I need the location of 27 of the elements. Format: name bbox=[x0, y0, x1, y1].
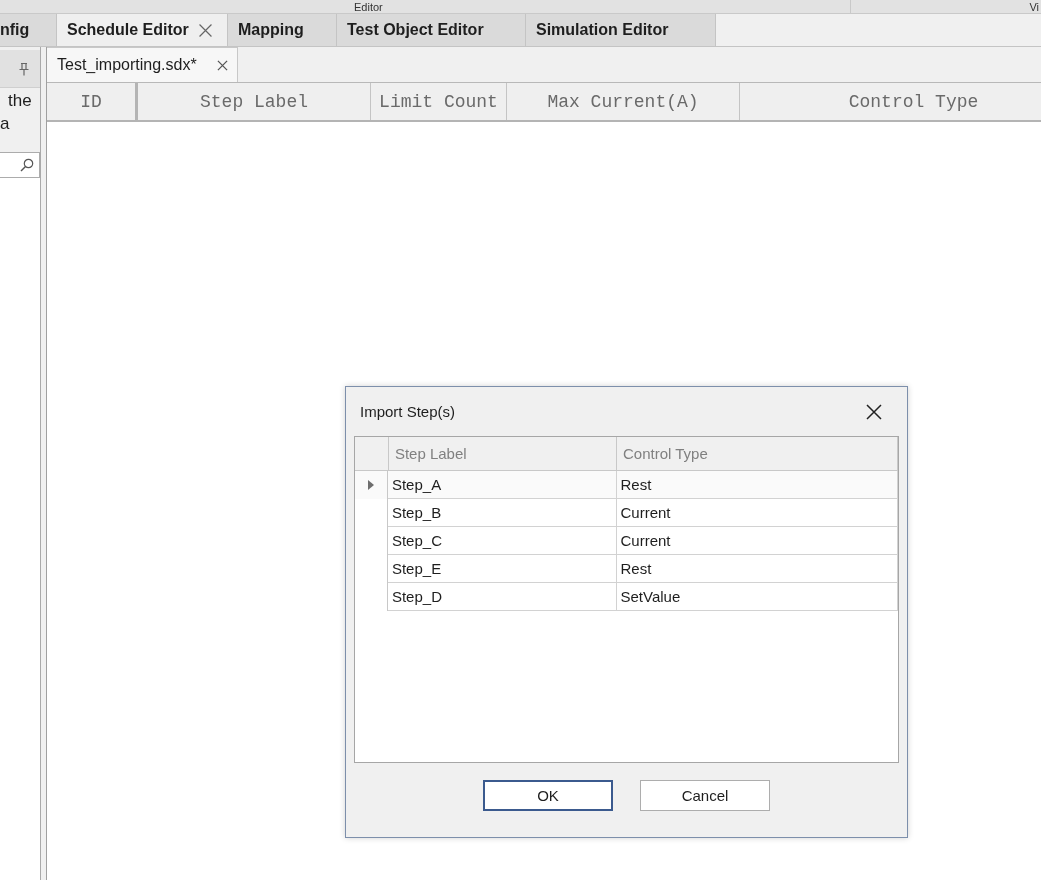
column-header[interactable]: Max Current(A) bbox=[507, 83, 740, 120]
column-header[interactable]: Limit Count bbox=[371, 83, 507, 120]
column-header[interactable]: Control Type bbox=[740, 83, 1041, 120]
column-header[interactable]: Step Label bbox=[138, 83, 371, 120]
tab[interactable]: Simulation Editor bbox=[526, 14, 716, 46]
tab[interactable]: Test Object Editor bbox=[337, 14, 526, 46]
dialog-button[interactable]: OK bbox=[483, 780, 613, 811]
tab[interactable]: Mapping bbox=[228, 14, 337, 46]
dialog-title: Import Step(s) bbox=[360, 403, 456, 420]
panel-title: Editor bbox=[354, 0, 383, 13]
column-header[interactable]: Step Label bbox=[388, 437, 618, 470]
table-cell: SetValue bbox=[616, 583, 898, 611]
dialog-button[interactable]: Cancel bbox=[640, 780, 770, 811]
panel-title: Vi bbox=[1029, 0, 1039, 13]
column-header[interactable]: Control Type bbox=[617, 437, 898, 470]
pin-icon[interactable] bbox=[18, 61, 30, 76]
close-icon[interactable] bbox=[866, 403, 882, 420]
close-icon[interactable] bbox=[217, 59, 228, 71]
search-field[interactable] bbox=[0, 152, 40, 178]
row-indicator-icon bbox=[367, 480, 374, 490]
table-row[interactable]: Step_A Rest bbox=[355, 471, 898, 499]
description-text: a bbox=[0, 113, 10, 135]
description-text: the bbox=[8, 90, 32, 112]
document-tab[interactable]: Test_importing.sdx* bbox=[47, 47, 238, 82]
tab[interactable]: nfig bbox=[0, 14, 57, 46]
search-icon[interactable] bbox=[20, 158, 34, 172]
table-cell: Step_D bbox=[387, 583, 617, 611]
